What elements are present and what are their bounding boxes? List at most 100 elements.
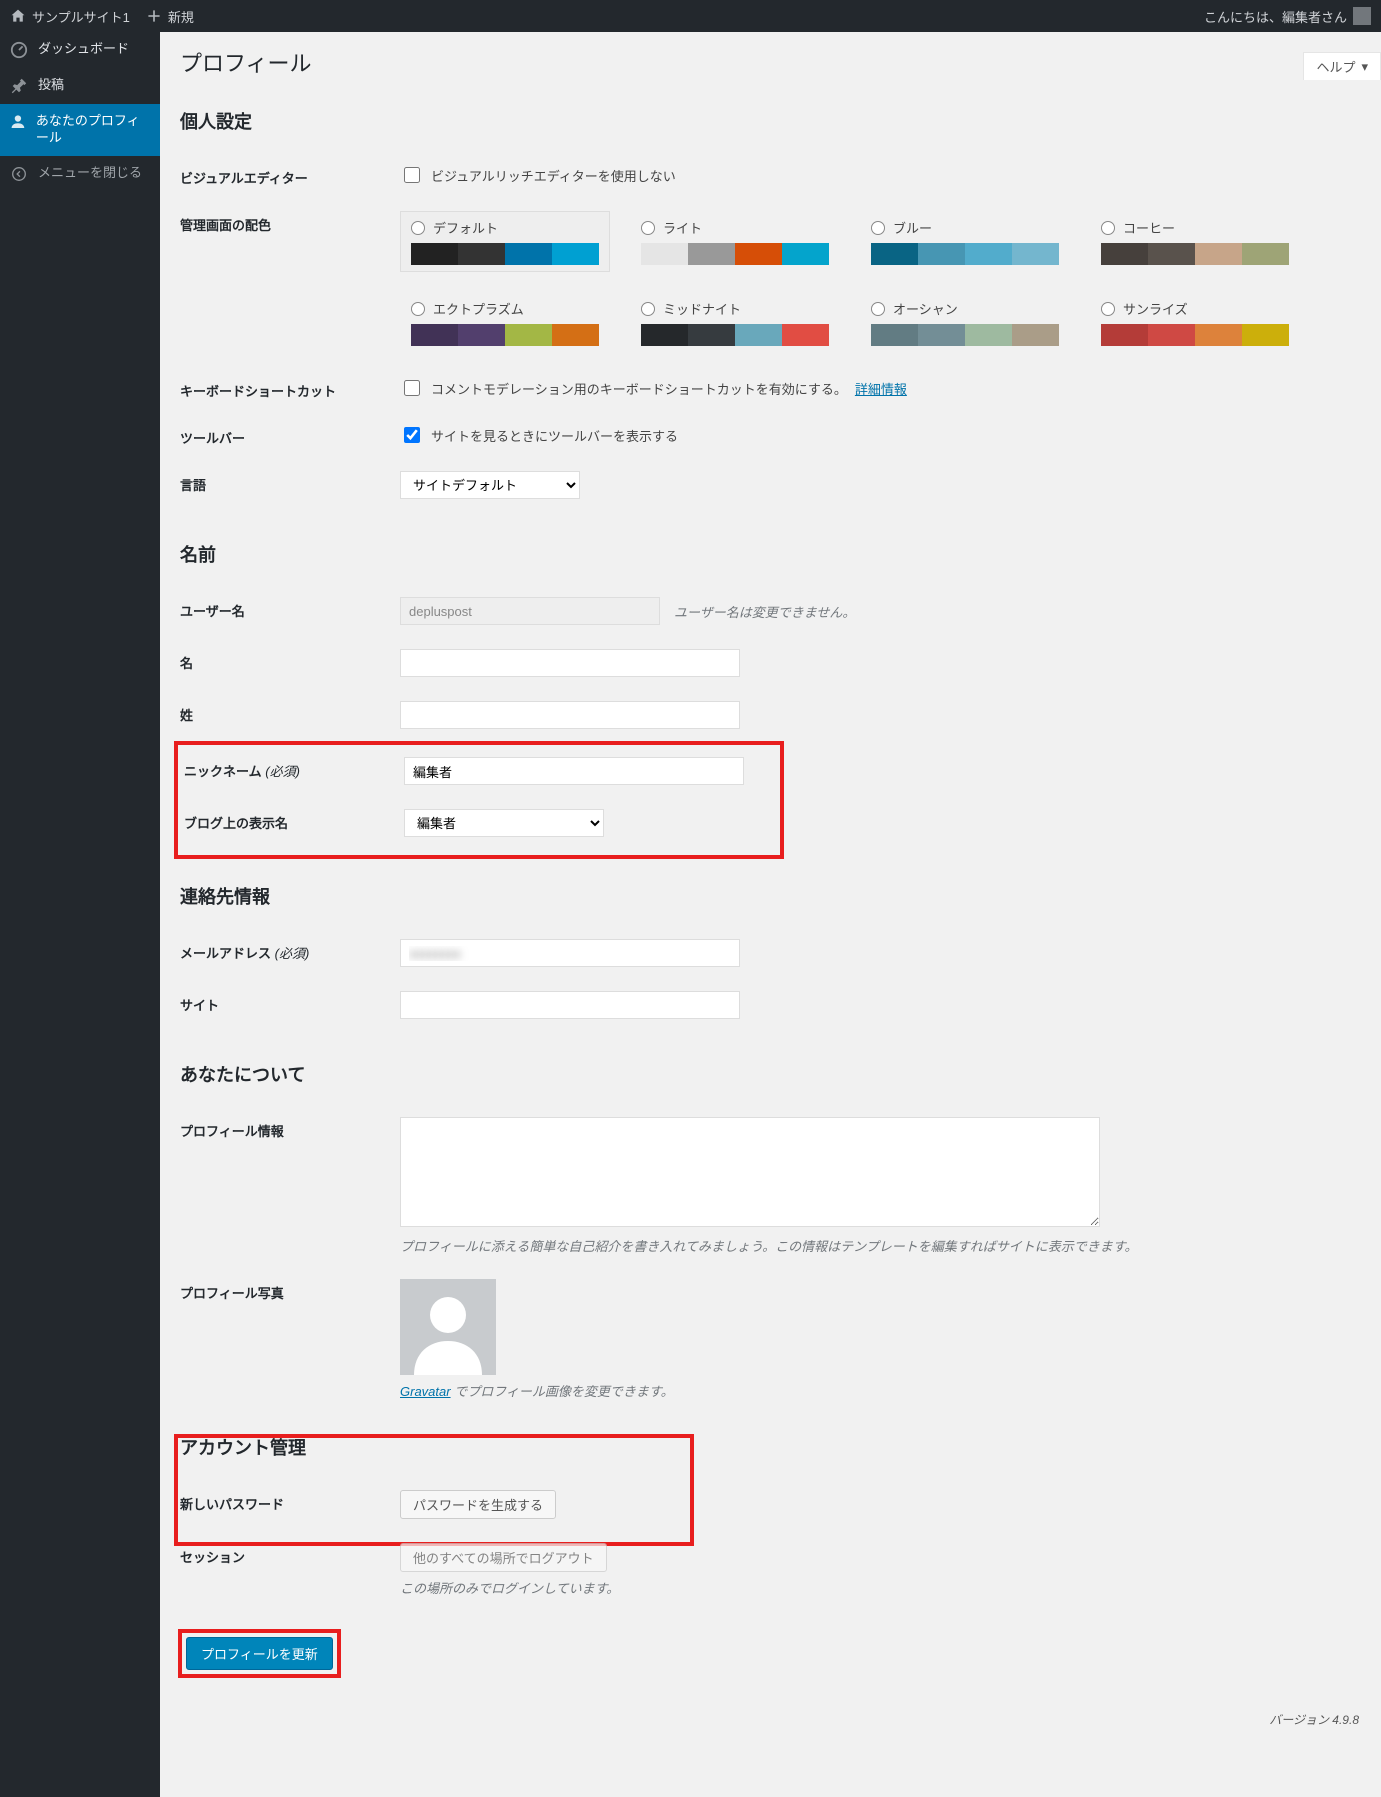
- scheme-radio[interactable]: [641, 221, 655, 235]
- adminbar-account[interactable]: こんにちは、編集者さん: [1204, 7, 1371, 26]
- scheme-label: サンライズ: [1123, 299, 1188, 318]
- section-name: 名前: [180, 541, 1361, 567]
- row-displayname: ブログ上の表示名 編集者: [184, 797, 1357, 849]
- section-personal: 個人設定: [180, 108, 1361, 134]
- color-scheme-option[interactable]: エクトプラズム: [400, 292, 610, 353]
- row-visual-editor: ビジュアルエディター ビジュアルリッチエディターを使用しない: [180, 152, 1361, 199]
- greeting: こんにちは、編集者さん: [1204, 7, 1347, 26]
- color-scheme-option[interactable]: オーシャン: [860, 292, 1070, 353]
- label: プロフィール写真: [180, 1279, 400, 1302]
- scheme-label: ブルー: [893, 218, 932, 237]
- gravatar-link[interactable]: Gravatar: [400, 1384, 451, 1399]
- label: メールアドレス (必須): [180, 939, 400, 962]
- avatar-icon: [1353, 7, 1371, 25]
- swatch-row: [861, 324, 1069, 346]
- collapse-icon: [10, 165, 28, 183]
- logout-sessions-button[interactable]: 他のすべての場所でログアウト: [400, 1543, 607, 1572]
- row-bio: プロフィール情報 プロフィールに添える簡単な自己紹介を書き入れてみましょう。この…: [180, 1105, 1361, 1267]
- bio-textarea[interactable]: [400, 1117, 1100, 1227]
- scheme-label: オーシャン: [893, 299, 958, 318]
- avatar-placeholder: [400, 1279, 496, 1375]
- row-firstname: 名: [180, 637, 1361, 689]
- scheme-radio[interactable]: [871, 221, 885, 235]
- checkbox-label: サイトを見るときにツールバーを表示する: [431, 426, 678, 445]
- label: 新しいパスワード: [180, 1490, 400, 1513]
- pin-icon: [10, 77, 28, 95]
- label: キーボードショートカット: [180, 377, 400, 400]
- label: ツールバー: [180, 424, 400, 447]
- color-scheme-option[interactable]: コーヒー: [1090, 211, 1300, 272]
- scheme-radio[interactable]: [411, 221, 425, 235]
- admin-menu: ダッシュボード 投稿 あなたのプロフィール メニューを閉じる: [0, 32, 160, 1797]
- color-scheme-option[interactable]: ライト: [630, 211, 840, 272]
- sessions-hint: この場所のみでログインしています。: [400, 1578, 1361, 1597]
- row-sessions: セッション 他のすべての場所でログアウト この場所のみでログインしています。: [180, 1531, 1361, 1609]
- section-contact: 連絡先情報: [180, 883, 1361, 909]
- kbd-more-link[interactable]: 詳細情報: [855, 379, 907, 398]
- color-scheme-option[interactable]: ブルー: [860, 211, 1070, 272]
- row-nickname: ニックネーム (必須): [184, 745, 1357, 797]
- scheme-label: エクトプラズム: [433, 299, 524, 318]
- scheme-radio[interactable]: [641, 302, 655, 316]
- menu-profile[interactable]: あなたのプロフィール: [0, 104, 160, 156]
- swatch-row: [861, 243, 1069, 265]
- plus-icon: [146, 8, 162, 24]
- row-newpw: 新しいパスワード パスワードを生成する: [180, 1478, 1361, 1531]
- new-label: 新規: [168, 7, 194, 26]
- page-title: プロフィール: [180, 46, 1361, 78]
- submit-button[interactable]: プロフィールを更新: [186, 1637, 333, 1670]
- nickname-field[interactable]: [404, 757, 744, 785]
- menu-dashboard[interactable]: ダッシュボード: [0, 32, 160, 68]
- dashboard-icon: [10, 41, 28, 59]
- color-scheme-option[interactable]: サンライズ: [1090, 292, 1300, 353]
- help-label: ヘルプ: [1316, 57, 1355, 76]
- email-field[interactable]: [400, 939, 740, 967]
- label: ニックネーム (必須): [184, 757, 404, 780]
- chevron-down-icon: ▾: [1361, 59, 1368, 75]
- displayname-select[interactable]: 編集者: [404, 809, 604, 837]
- lastname-field[interactable]: [400, 701, 740, 729]
- row-kbd-shortcut: キーボードショートカット コメントモデレーション用のキーボードショートカットを有…: [180, 365, 1361, 412]
- site-field[interactable]: [400, 991, 740, 1019]
- section-account: アカウント管理: [180, 1434, 1361, 1460]
- firstname-field[interactable]: [400, 649, 740, 677]
- color-scheme-option[interactable]: デフォルト: [400, 211, 610, 272]
- label: 姓: [180, 701, 400, 724]
- scheme-radio[interactable]: [871, 302, 885, 316]
- menu-posts[interactable]: 投稿: [0, 68, 160, 104]
- row-email: メールアドレス (必須): [180, 927, 1361, 979]
- swatch-row: [631, 324, 839, 346]
- admin-bar: サンプルサイト1 新規 こんにちは、編集者さん: [0, 0, 1381, 32]
- scheme-radio[interactable]: [1101, 302, 1115, 316]
- scheme-label: ライト: [663, 218, 702, 237]
- visual-editor-checkbox[interactable]: [404, 167, 420, 183]
- label: プロフィール情報: [180, 1117, 400, 1140]
- generate-password-button[interactable]: パスワードを生成する: [400, 1490, 556, 1519]
- label: セッション: [180, 1543, 400, 1566]
- scheme-radio[interactable]: [1101, 221, 1115, 235]
- row-photo: プロフィール写真 Gravatar でプロフィール画像を変更できます。: [180, 1267, 1361, 1412]
- content-area: ヘルプ ▾ プロフィール 個人設定 ビジュアルエディター ビジュアルリッチエディ…: [160, 46, 1381, 1736]
- adminbar-site-link[interactable]: サンプルサイト1: [10, 7, 130, 26]
- menu-collapse[interactable]: メニューを閉じる: [0, 156, 160, 192]
- language-select[interactable]: サイトデフォルト: [400, 471, 580, 499]
- home-icon: [10, 8, 26, 24]
- color-scheme-option[interactable]: ミッドナイト: [630, 292, 840, 353]
- kbd-shortcut-checkbox[interactable]: [404, 380, 420, 396]
- site-name: サンプルサイト1: [32, 7, 130, 26]
- toolbar-checkbox[interactable]: [404, 427, 420, 443]
- label: 名: [180, 649, 400, 672]
- checkbox-label: ビジュアルリッチエディターを使用しない: [431, 166, 676, 185]
- menu-label: ダッシュボード: [38, 41, 129, 58]
- scheme-label: デフォルト: [433, 218, 498, 237]
- row-language: 言語 サイトデフォルト: [180, 459, 1361, 511]
- label: サイト: [180, 991, 400, 1014]
- help-tab[interactable]: ヘルプ ▾: [1303, 52, 1381, 80]
- footer-version: バージョン 4.9.8: [1269, 1711, 1359, 1728]
- scheme-radio[interactable]: [411, 302, 425, 316]
- scheme-label: ミッドナイト: [663, 299, 741, 318]
- bio-hint: プロフィールに添える簡単な自己紹介を書き入れてみましょう。この情報はテンプレート…: [400, 1236, 1361, 1255]
- label: ユーザー名: [180, 597, 400, 620]
- adminbar-new[interactable]: 新規: [146, 7, 194, 26]
- photo-hint: Gravatar でプロフィール画像を変更できます。: [400, 1381, 1361, 1400]
